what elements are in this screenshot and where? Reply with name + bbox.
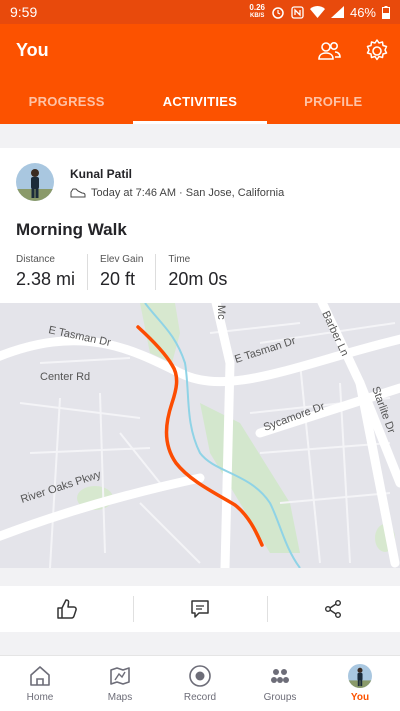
avatar xyxy=(348,664,372,688)
tab-bar: PROGRESS ACTIVITIES PROFILE xyxy=(0,86,400,124)
activity-actions xyxy=(0,586,400,632)
battery-percent: 46% xyxy=(349,4,376,20)
athlete-avatar[interactable] xyxy=(16,163,54,201)
activity-map[interactable]: E Tasman Dr E Tasman Dr Center Rd Sycamo… xyxy=(0,303,400,568)
nav-maps[interactable]: Maps xyxy=(80,656,160,711)
nfc-icon xyxy=(291,5,304,19)
bottom-nav: Home Maps Record Groups You xyxy=(0,655,400,711)
map-icon xyxy=(110,667,130,685)
map-label: Center Rd xyxy=(40,371,90,383)
page-title: You xyxy=(16,40,49,60)
record-icon xyxy=(189,665,211,687)
status-bar: 9:59 0.26 KB/S 46% xyxy=(0,0,400,24)
activity-meta-text: Today at 7:46 AM · San Jose, California xyxy=(91,187,285,199)
alarm-icon xyxy=(272,7,284,19)
stat-distance: Distance 2.38 mi xyxy=(16,254,89,290)
stat-label: Elev Gain xyxy=(100,254,144,265)
nav-you[interactable]: You xyxy=(320,656,400,711)
stat-value: 20 ft xyxy=(100,269,136,289)
activity-meta: Today at 7:46 AM · San Jose, California xyxy=(70,187,284,199)
stat-label: Distance xyxy=(16,254,55,265)
stat-time: Time 20m 0s xyxy=(168,254,239,290)
athlete-name[interactable]: Kunal Patil xyxy=(70,167,132,181)
like-icon xyxy=(56,599,77,619)
nav-label: Maps xyxy=(107,692,133,703)
stat-label: Time xyxy=(168,254,191,265)
home-icon xyxy=(30,666,50,686)
nav-label: You xyxy=(350,692,370,703)
status-time: 9:59 xyxy=(10,4,38,20)
net-speed: 0.26 KB/S xyxy=(249,4,265,20)
tab-progress[interactable]: PROGRESS xyxy=(0,86,133,124)
activity-card[interactable]: Kunal Patil Today at 7:46 AM · San Jose,… xyxy=(0,148,400,568)
stat-value: 2.38 mi xyxy=(16,269,76,289)
people-icon[interactable] xyxy=(316,38,342,64)
activity-stats: Distance 2.38 mi Elev Gain 20 ft Time 20… xyxy=(16,254,251,290)
stat-value: 20m 0s xyxy=(168,269,228,289)
settings-icon[interactable] xyxy=(364,38,390,64)
tab-activities[interactable]: ACTIVITIES xyxy=(133,86,267,124)
nav-label: Groups xyxy=(263,692,297,703)
stat-elev-gain: Elev Gain 20 ft xyxy=(100,254,157,290)
nav-groups[interactable]: Groups xyxy=(240,656,320,711)
tab-profile[interactable]: PROFILE xyxy=(267,86,400,124)
nav-label: Record xyxy=(183,692,217,703)
nav-home[interactable]: Home xyxy=(0,656,80,711)
net-speed-value: 0.26 xyxy=(249,3,265,12)
shoe-icon xyxy=(70,188,86,198)
wifi-icon xyxy=(309,6,325,18)
battery-icon xyxy=(382,5,390,19)
net-speed-unit: KB/S xyxy=(250,13,265,19)
comment-icon xyxy=(191,600,209,618)
like-button[interactable] xyxy=(0,586,133,632)
activity-title[interactable]: Morning Walk xyxy=(16,220,127,240)
comment-button[interactable] xyxy=(133,586,266,632)
share-button[interactable] xyxy=(266,586,400,632)
app-bar: You PROGRESS ACTIVITIES PROFILE xyxy=(0,24,400,124)
nav-label: Home xyxy=(26,692,54,703)
groups-icon xyxy=(271,669,289,683)
map-label: Mc xyxy=(215,305,227,320)
share-icon xyxy=(325,600,342,618)
nav-record[interactable]: Record xyxy=(160,656,240,711)
signal-icon xyxy=(330,6,344,18)
status-icons: 0.26 KB/S 46% xyxy=(249,4,390,20)
